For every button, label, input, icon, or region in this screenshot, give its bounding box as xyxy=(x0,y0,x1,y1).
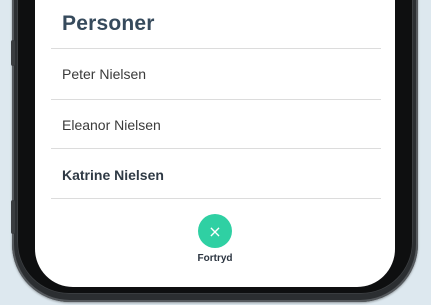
person-name: Peter Nielsen xyxy=(62,66,147,82)
cancel-button[interactable]: × xyxy=(198,214,232,248)
list-item-person-selected[interactable]: Katrine Nielsen xyxy=(62,150,362,200)
divider xyxy=(51,198,381,199)
page-title: Personer xyxy=(62,12,155,35)
cancel-label: Fortryd xyxy=(197,253,233,264)
divider xyxy=(51,148,381,149)
cancel-action[interactable]: × Fortryd xyxy=(180,214,250,264)
person-name: Katrine Nielsen xyxy=(62,167,164,183)
phone-side-button xyxy=(11,40,15,66)
close-icon: × xyxy=(208,221,222,241)
list-item-person[interactable]: Peter Nielsen xyxy=(62,49,362,99)
stage: Personer Peter Nielsen Eleanor Nielsen K… xyxy=(0,0,431,305)
list-item-person[interactable]: Eleanor Nielsen xyxy=(62,100,362,150)
person-name: Eleanor Nielsen xyxy=(62,117,161,133)
phone-screen: Personer Peter Nielsen Eleanor Nielsen K… xyxy=(35,0,395,287)
phone-side-button xyxy=(11,200,15,234)
